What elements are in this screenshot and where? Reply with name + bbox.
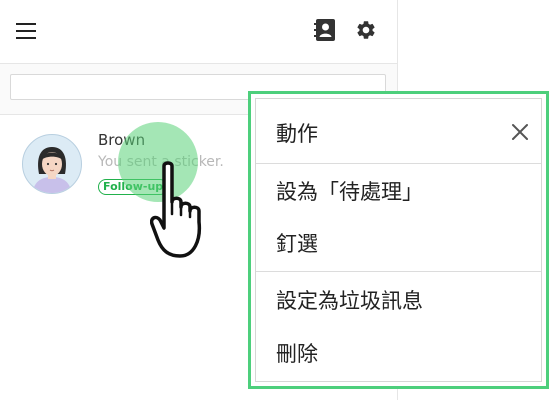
top-bar <box>0 0 397 64</box>
context-menu: 動作 設為「待處理」 釘選 設定為垃圾訊息 刪除 <box>248 91 549 389</box>
menu-icon[interactable] <box>16 22 36 40</box>
gear-icon[interactable] <box>355 19 377 41</box>
context-menu-panel: 動作 設為「待處理」 釘選 設定為垃圾訊息 刪除 <box>255 98 542 382</box>
hand-pointer-icon <box>150 161 202 258</box>
menu-item-mark-pending[interactable]: 設為「待處理」 <box>256 165 541 219</box>
avatar <box>22 134 82 194</box>
context-menu-title: 動作 <box>276 122 318 146</box>
contacts-icon[interactable] <box>314 18 336 42</box>
menu-item-mark-spam[interactable]: 設定為垃圾訊息 <box>256 274 541 328</box>
context-menu-header: 動作 <box>256 99 541 164</box>
close-icon[interactable] <box>511 123 529 141</box>
menu-divider <box>256 271 541 272</box>
menu-item-delete[interactable]: 刪除 <box>256 327 541 381</box>
menu-item-pin[interactable]: 釘選 <box>256 217 541 271</box>
